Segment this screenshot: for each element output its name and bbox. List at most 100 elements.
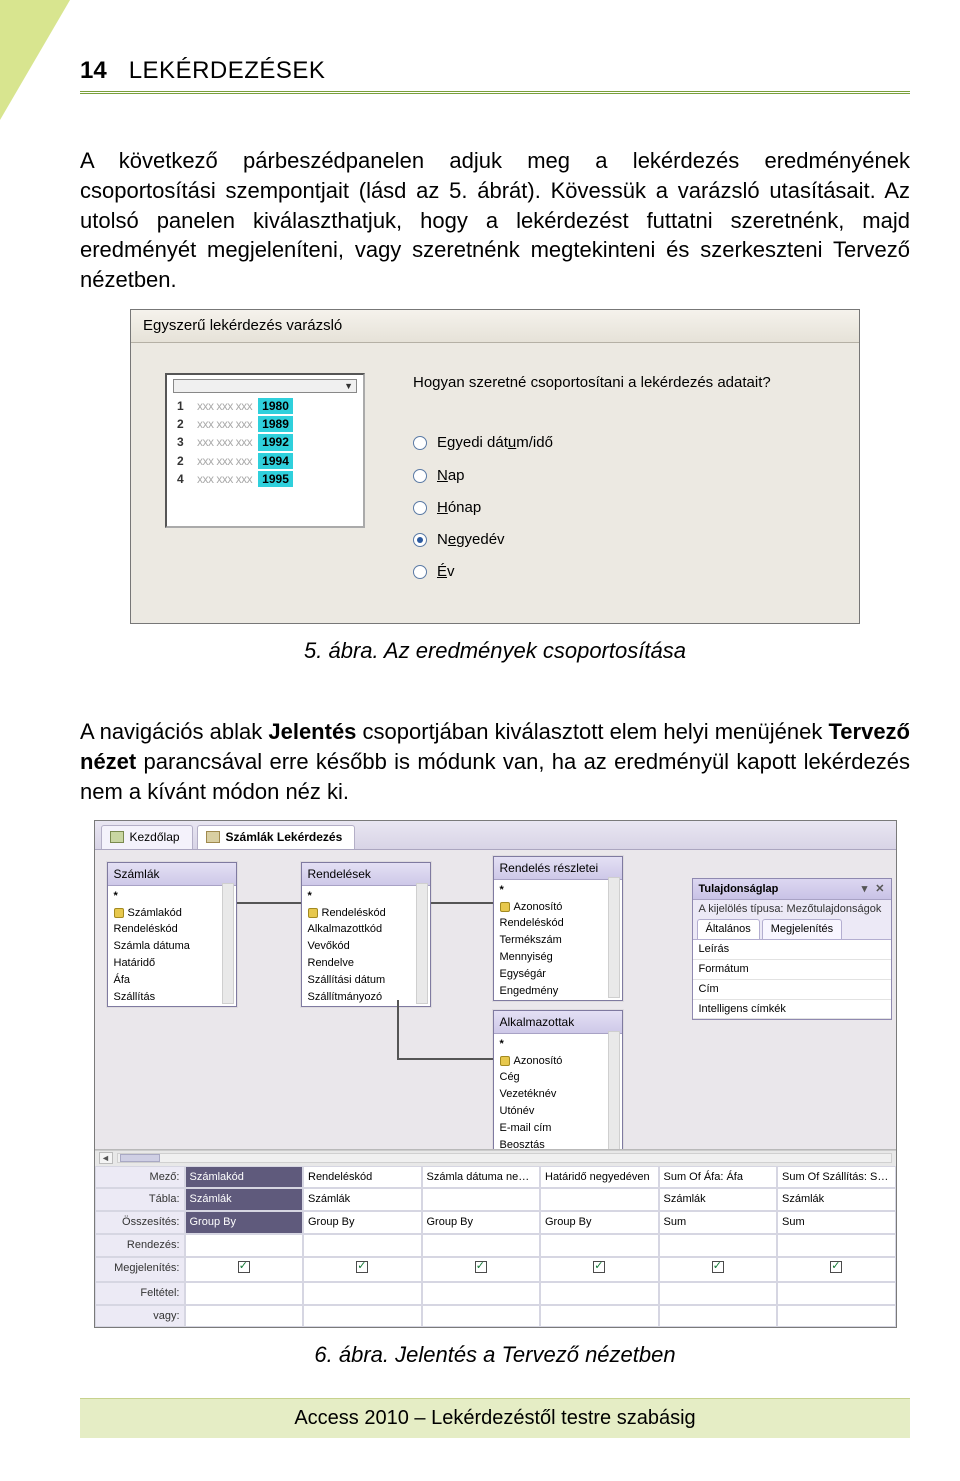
grid-cell[interactable]: Rendeléskód xyxy=(303,1166,422,1189)
grid-cell[interactable] xyxy=(303,1282,422,1305)
grouping-option[interactable]: Nap xyxy=(413,460,825,492)
radio-icon[interactable] xyxy=(413,533,427,547)
table-field[interactable]: E-mail cím xyxy=(498,1120,618,1137)
grid-cell[interactable]: Group By xyxy=(540,1211,659,1234)
propsheet-pin-icon[interactable]: ▾ xyxy=(862,882,868,897)
propsheet-row[interactable]: Leírás xyxy=(693,940,891,960)
show-checkbox[interactable] xyxy=(238,1261,250,1273)
table-field[interactable]: Utónév xyxy=(498,1103,618,1120)
table-field[interactable]: Rendeléskód xyxy=(498,915,618,932)
table-field[interactable]: Alkalmazottkód xyxy=(306,921,426,938)
designer-tab[interactable]: Számlák Lekérdezés xyxy=(197,825,356,848)
radio-icon[interactable] xyxy=(413,436,427,450)
grid-cell[interactable] xyxy=(422,1282,541,1305)
grid-cell[interactable] xyxy=(777,1305,896,1328)
radio-icon[interactable] xyxy=(413,565,427,579)
table-field[interactable]: Rendeléskód xyxy=(306,905,426,922)
table-field[interactable]: Rendelve xyxy=(306,955,426,972)
show-checkbox[interactable] xyxy=(475,1261,487,1273)
table-field[interactable]: * xyxy=(498,1036,618,1053)
grouping-option[interactable]: Negyedév xyxy=(413,524,825,556)
propsheet-row[interactable]: Formátum xyxy=(693,960,891,980)
table-box[interactable]: Alkalmazottak*AzonosítóCégVezetéknévUtón… xyxy=(493,1010,623,1150)
grid-cell[interactable] xyxy=(422,1188,541,1211)
grid-cell[interactable]: Group By xyxy=(185,1211,304,1234)
relations-hscroll[interactable]: ◄ xyxy=(95,1150,896,1166)
table-field[interactable]: Azonosító xyxy=(498,1053,618,1070)
table-field[interactable]: Termékszám xyxy=(498,932,618,949)
table-field[interactable]: Engedmény xyxy=(498,983,618,1000)
table-field[interactable]: Rendeléskód xyxy=(112,921,232,938)
propsheet-close-icon[interactable]: ✕ xyxy=(875,882,884,897)
grid-cell[interactable] xyxy=(540,1188,659,1211)
relations-pane[interactable]: Tulajdonságlap ▾ ✕ A kijelölés típusa: M… xyxy=(95,850,896,1150)
grid-cell[interactable] xyxy=(422,1234,541,1257)
table-scrollbar[interactable] xyxy=(608,877,620,998)
grid-cell[interactable] xyxy=(540,1257,659,1282)
grid-cell[interactable]: Számlák xyxy=(303,1188,422,1211)
table-field[interactable]: * xyxy=(498,882,618,899)
grouping-option[interactable]: Egyedi dátum/idő xyxy=(413,427,825,459)
table-field[interactable]: Vezetéknév xyxy=(498,1086,618,1103)
grid-cell[interactable] xyxy=(777,1257,896,1282)
show-checkbox[interactable] xyxy=(712,1261,724,1273)
preview-dropdown[interactable] xyxy=(173,379,357,393)
grid-cell[interactable]: Számlák xyxy=(777,1188,896,1211)
show-checkbox[interactable] xyxy=(593,1261,605,1273)
grid-cell[interactable]: Határidő negyedéven xyxy=(540,1166,659,1189)
grid-cell[interactable] xyxy=(777,1282,896,1305)
radio-icon[interactable] xyxy=(413,469,427,483)
show-checkbox[interactable] xyxy=(830,1261,842,1273)
grid-cell[interactable]: Group By xyxy=(303,1211,422,1234)
grid-cell[interactable] xyxy=(422,1305,541,1328)
propsheet-row[interactable]: Cím xyxy=(693,980,891,1000)
grid-cell[interactable] xyxy=(303,1305,422,1328)
table-field[interactable]: Mennyiség xyxy=(498,949,618,966)
table-box[interactable]: Rendelés részletei*AzonosítóRendeléskódT… xyxy=(493,856,623,1001)
grouping-option[interactable]: Év xyxy=(413,556,825,588)
qbe-grid[interactable]: Mező:SzámlakódRendeléskódSzámla dátuma n… xyxy=(95,1166,896,1328)
table-field[interactable]: Szállítmányozó xyxy=(306,989,426,1006)
grid-cell[interactable] xyxy=(659,1234,778,1257)
propsheet-tab[interactable]: Megjelenítés xyxy=(762,919,842,939)
table-field[interactable]: Határidő xyxy=(112,955,232,972)
table-field[interactable]: Egységár xyxy=(498,966,618,983)
grid-cell[interactable] xyxy=(659,1305,778,1328)
table-field[interactable]: Szállítási dátum xyxy=(306,972,426,989)
table-field[interactable]: * xyxy=(306,888,426,905)
grid-cell[interactable] xyxy=(185,1305,304,1328)
grid-cell[interactable]: Számla dátuma negye xyxy=(422,1166,541,1189)
table-scrollbar[interactable] xyxy=(608,1031,620,1150)
table-box[interactable]: Számlák*SzámlakódRendeléskódSzámla dátum… xyxy=(107,862,237,1007)
table-field[interactable]: Számlakód xyxy=(112,905,232,922)
grid-cell[interactable] xyxy=(540,1282,659,1305)
grid-cell[interactable] xyxy=(185,1257,304,1282)
propsheet-row[interactable]: Intelligens címkék xyxy=(693,1000,891,1020)
table-scrollbar[interactable] xyxy=(416,883,428,1004)
grid-cell[interactable] xyxy=(540,1305,659,1328)
table-field[interactable]: Cég xyxy=(498,1069,618,1086)
table-field[interactable]: Vevőkód xyxy=(306,938,426,955)
table-scrollbar[interactable] xyxy=(222,883,234,1004)
table-field[interactable]: Azonosító xyxy=(498,899,618,916)
propsheet-tab[interactable]: Általános xyxy=(697,919,760,939)
grid-cell[interactable]: Számlák xyxy=(185,1188,304,1211)
grid-cell[interactable]: Group By xyxy=(422,1211,541,1234)
table-box[interactable]: Rendelések*RendeléskódAlkalmazottkódVevő… xyxy=(301,862,431,1007)
table-field[interactable]: Szállítás xyxy=(112,989,232,1006)
table-field[interactable]: Számla dátuma xyxy=(112,938,232,955)
table-field[interactable]: Áfa xyxy=(112,972,232,989)
grid-cell[interactable]: Sum xyxy=(777,1211,896,1234)
designer-tab[interactable]: Kezdőlap xyxy=(101,825,193,848)
grid-cell[interactable]: Számlakód xyxy=(185,1166,304,1189)
grid-cell[interactable]: Sum Of Szállítás: Száll xyxy=(777,1166,896,1189)
grouping-option[interactable]: Hónap xyxy=(413,492,825,524)
grid-cell[interactable] xyxy=(185,1234,304,1257)
grid-cell[interactable] xyxy=(303,1257,422,1282)
grid-cell[interactable] xyxy=(303,1234,422,1257)
grid-cell[interactable] xyxy=(659,1282,778,1305)
grid-cell[interactable] xyxy=(422,1257,541,1282)
table-field[interactable]: * xyxy=(112,888,232,905)
show-checkbox[interactable] xyxy=(356,1261,368,1273)
radio-icon[interactable] xyxy=(413,501,427,515)
